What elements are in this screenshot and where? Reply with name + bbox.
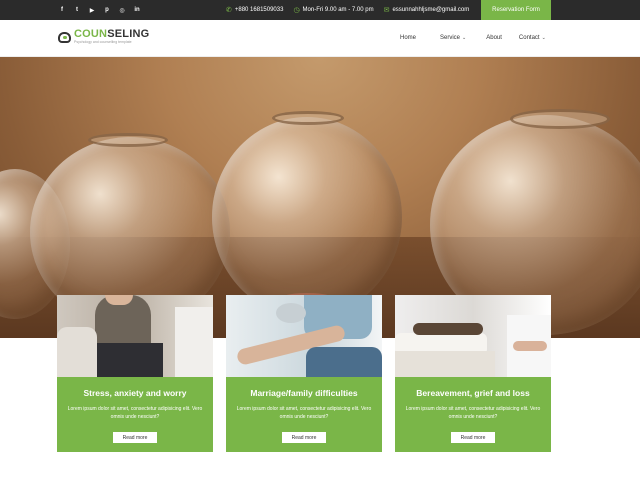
- pinterest-icon[interactable]: p: [103, 6, 111, 14]
- logo-name: COUNSELING: [74, 28, 150, 40]
- service-card-bereavement: Bereavement, grief and loss Lorem ipsum …: [395, 295, 551, 452]
- linkedin-icon[interactable]: in: [133, 6, 141, 14]
- instagram-icon[interactable]: ◎: [118, 6, 126, 14]
- youtube-icon[interactable]: ▶: [88, 6, 96, 14]
- read-more-button[interactable]: Read more: [113, 432, 157, 443]
- reservation-form-button[interactable]: Reservation Form: [481, 0, 551, 20]
- top-bar: f t ▶ p ◎ in ✆ +880 1681509033 ◷ Mon-Fri…: [0, 0, 640, 20]
- card-text: Lorem ipsum dolor sit amet, consectetur …: [67, 406, 203, 420]
- physiotherapy-photo: [226, 295, 382, 377]
- card-title: Bereavement, grief and loss: [416, 388, 530, 398]
- nav-about[interactable]: About: [486, 35, 502, 41]
- site-header: COUNSELING Psychology and counselling te…: [0, 20, 640, 57]
- site-logo[interactable]: COUNSELING Psychology and counselling te…: [58, 29, 149, 45]
- social-links: f t ▶ p ◎ in: [58, 0, 141, 20]
- service-card-stress: Stress, anxiety and worry Lorem ipsum do…: [57, 295, 213, 452]
- card-title: Stress, anxiety and worry: [83, 388, 187, 398]
- hours-item: ◷ Mon-Fri 9.00 am - 7.00 pm: [293, 6, 373, 14]
- email-link[interactable]: essunnahhljsme@gmail.com: [392, 7, 469, 13]
- contact-info: ✆ +880 1681509033 ◷ Mon-Fri 9.00 am - 7.…: [226, 0, 469, 20]
- chevron-down-icon: ⌄: [462, 35, 467, 41]
- nav-contact[interactable]: Contact ⌄: [519, 35, 546, 41]
- card-text: Lorem ipsum dolor sit amet, consectetur …: [405, 406, 541, 420]
- cupping-glass: [212, 111, 402, 317]
- card-title: Marriage/family difficulties: [250, 388, 358, 398]
- nav-service[interactable]: Service ⌄: [440, 35, 466, 41]
- logo-tagline: Psychology and counselling template: [74, 40, 132, 44]
- read-more-button[interactable]: Read more: [282, 432, 326, 443]
- nav-home[interactable]: Home: [400, 35, 416, 41]
- main-nav: Home Service ⌄ About Contact ⌄: [400, 20, 546, 56]
- office-hours: Mon-Fri 9.00 am - 7.00 pm: [302, 7, 374, 13]
- phone-number: +880 1681509033: [234, 7, 284, 13]
- card-text: Lorem ipsum dolor sit amet, consectetur …: [236, 406, 372, 420]
- counseling-session-photo: [57, 295, 213, 377]
- phone-icon: ✆: [226, 7, 232, 14]
- facebook-icon[interactable]: f: [58, 6, 66, 14]
- clock-icon: ◷: [293, 7, 300, 14]
- service-card-marriage: Marriage/family difficulties Lorem ipsum…: [226, 295, 382, 452]
- phone-item: ✆ +880 1681509033: [226, 6, 283, 14]
- envelope-icon: ✉: [383, 7, 390, 14]
- twitter-icon[interactable]: t: [73, 6, 81, 14]
- chevron-down-icon: ⌄: [541, 35, 546, 41]
- email-item: ✉ essunnahhljsme@gmail.com: [384, 6, 470, 14]
- therapy-couch-photo: [395, 295, 551, 377]
- read-more-button[interactable]: Read more: [451, 432, 495, 443]
- brain-logo-icon: [58, 31, 71, 43]
